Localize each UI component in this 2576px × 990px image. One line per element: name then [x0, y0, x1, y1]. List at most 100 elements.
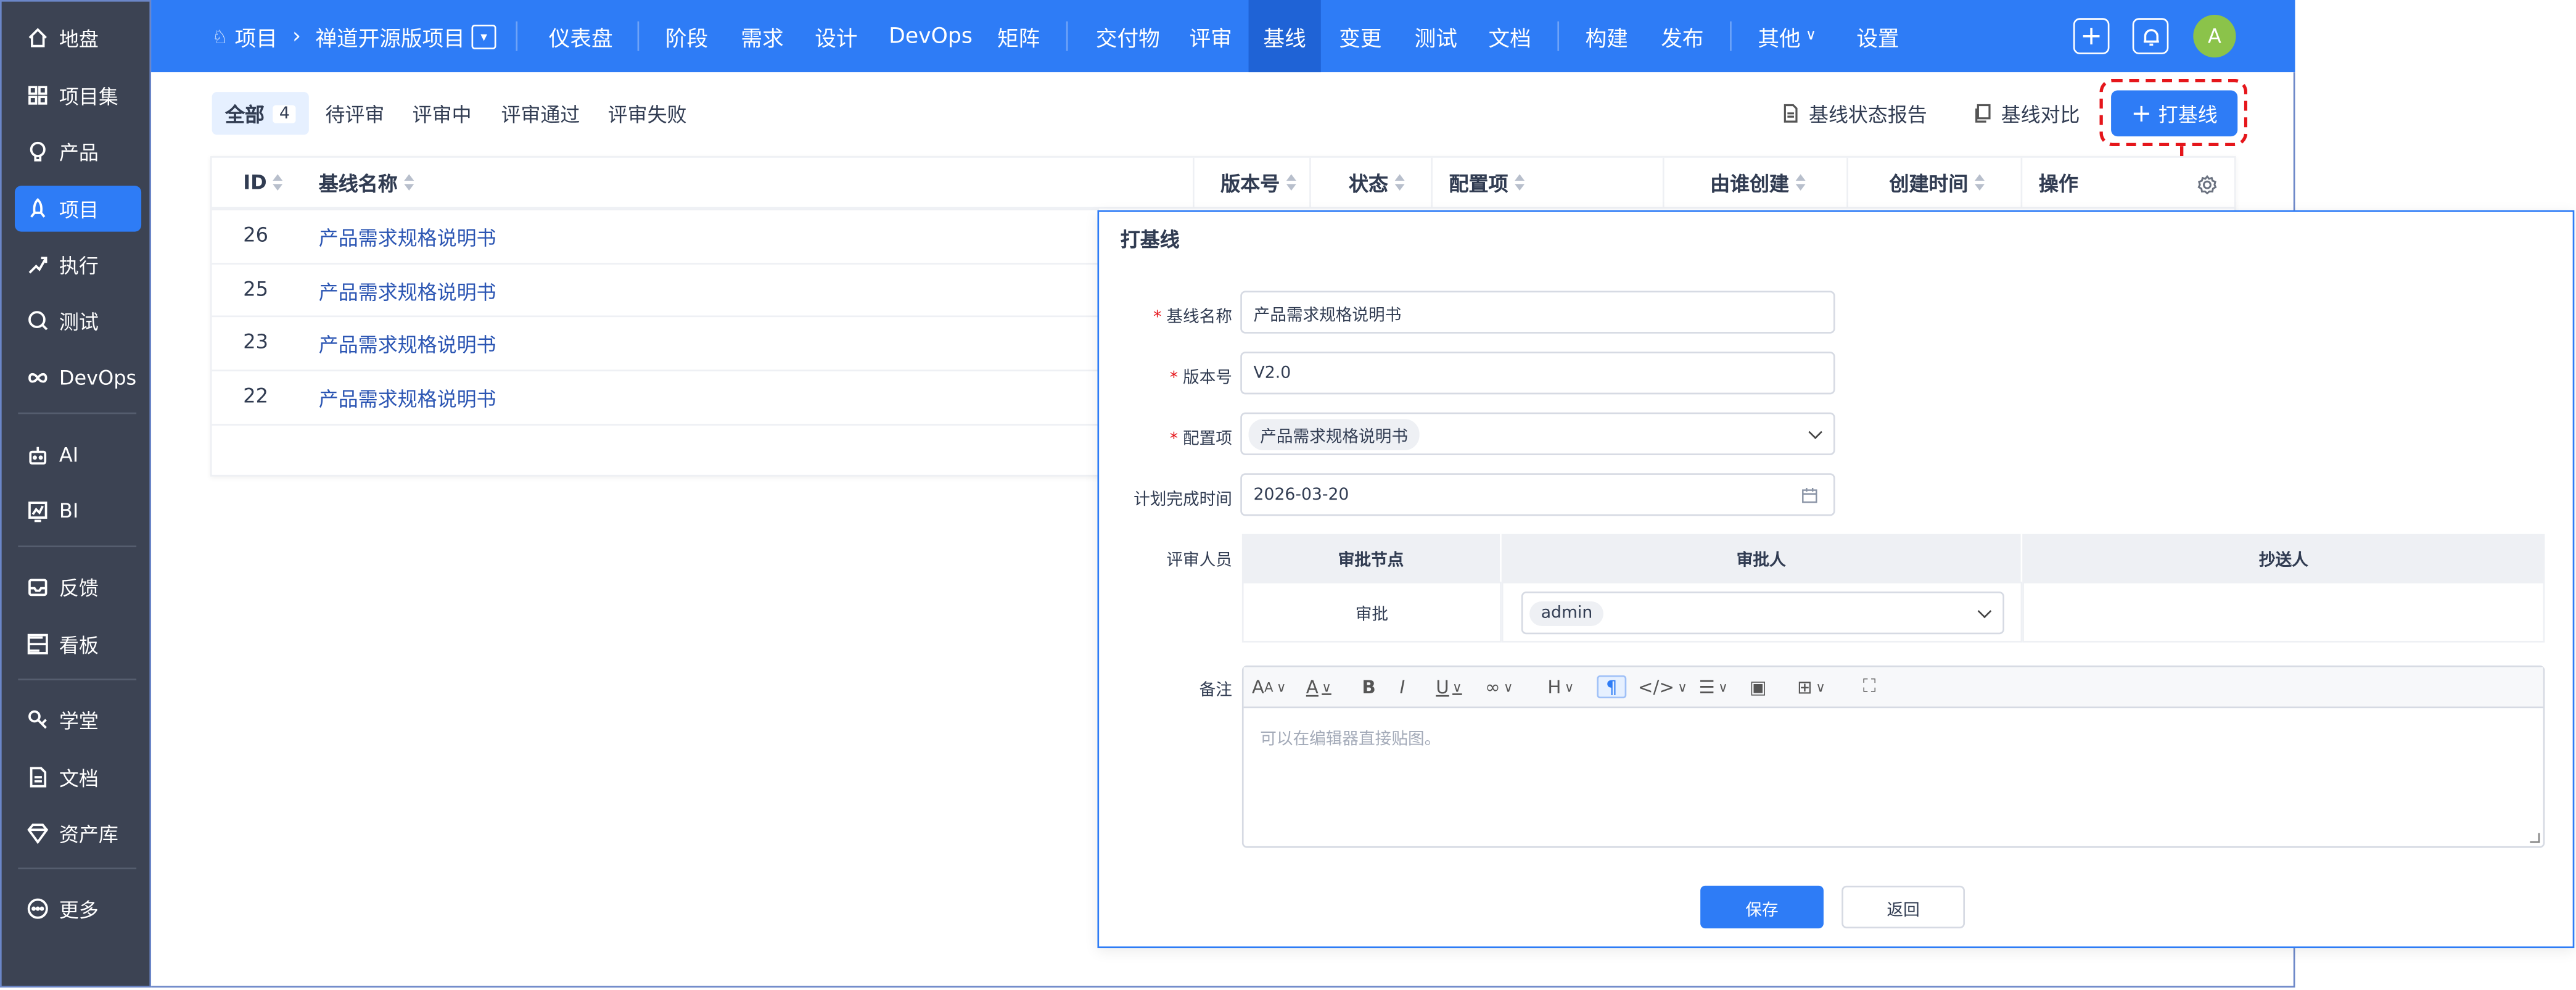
- tab-review-passed[interactable]: 评审通过: [501, 92, 580, 134]
- nav-story[interactable]: 需求: [741, 0, 783, 72]
- nav-deliverable[interactable]: 交付物: [1096, 0, 1160, 72]
- label-text: 版本号: [1183, 369, 1232, 388]
- image-icon[interactable]: ▣: [1750, 675, 1767, 698]
- nav-other[interactable]: 其他 ∨: [1758, 0, 1816, 72]
- tab-in-review[interactable]: 评审中: [413, 92, 472, 134]
- project-switcher[interactable]: 禅道开源版项目 ▾: [315, 0, 496, 72]
- approver-select[interactable]: admin: [1521, 592, 2004, 635]
- project-name: 禅道开源版项目: [315, 27, 465, 52]
- row-name-link[interactable]: 产品需求规格说明书: [319, 278, 496, 305]
- row-id: 25: [243, 278, 268, 301]
- row-name-link[interactable]: 产品需求规格说明书: [319, 223, 496, 251]
- column-header-creator[interactable]: 由谁创建: [1710, 158, 1807, 207]
- paragraph-icon[interactable]: ¶: [1597, 675, 1627, 699]
- table-row[interactable]: 23 产品需求规格说明书: [212, 315, 1100, 368]
- tab-all[interactable]: 全部 4: [212, 92, 310, 135]
- link-icon[interactable]: ∞ ∨: [1485, 675, 1513, 698]
- calendar-icon[interactable]: [1801, 487, 1819, 505]
- sidebar-item-school[interactable]: 学堂: [15, 696, 141, 743]
- column-header-status[interactable]: 状态: [1349, 158, 1406, 207]
- sidebar-item-assets[interactable]: 资产库: [15, 810, 141, 856]
- sidebar-item-ai[interactable]: AI: [15, 432, 141, 479]
- approver-tag[interactable]: admin: [1529, 600, 1604, 625]
- nav-matrix[interactable]: 矩阵: [997, 0, 1040, 72]
- gear-icon[interactable]: [2197, 171, 2218, 195]
- tab-review-failed[interactable]: 评审失败: [608, 92, 687, 134]
- table-row[interactable]: 26 产品需求规格说明书: [212, 208, 1100, 261]
- breadcrumb[interactable]: ♘ 项目: [212, 0, 278, 72]
- header-divider: [1662, 157, 1665, 207]
- sidebar-item-label: 反馈: [59, 575, 99, 599]
- sidebar-item-program[interactable]: 项目集: [15, 72, 141, 118]
- heading-icon[interactable]: H ∨: [1547, 675, 1574, 698]
- name-label: * 基线名称: [1101, 302, 1232, 327]
- date-value: 2026-03-20: [1253, 485, 1349, 504]
- nav-review[interactable]: 评审: [1190, 0, 1232, 72]
- resize-handle[interactable]: [2530, 833, 2540, 843]
- bell-icon: [2142, 28, 2158, 45]
- config-select[interactable]: 产品需求规格说明书: [1240, 412, 1835, 455]
- plan-date-input[interactable]: 2026-03-20: [1240, 473, 1835, 516]
- header-label: 配置项: [1449, 171, 1508, 195]
- tab-pending-review[interactable]: 待评审: [325, 92, 384, 134]
- baseline-report-button[interactable]: 基线状态报告: [1781, 92, 1927, 134]
- sidebar-item-execution[interactable]: 执行: [15, 242, 141, 288]
- avatar[interactable]: A: [2193, 14, 2236, 58]
- column-header-created-time[interactable]: 创建时间: [1889, 158, 1986, 207]
- sidebar-divider: [18, 679, 137, 680]
- nav-design[interactable]: 设计: [815, 0, 857, 72]
- nav-doc[interactable]: 文档: [1488, 0, 1531, 72]
- code-icon[interactable]: </> ∨: [1638, 675, 1687, 698]
- italic-icon[interactable]: I: [1400, 675, 1405, 698]
- approval-cc-cell[interactable]: [2022, 582, 2545, 643]
- table-icon[interactable]: ⊞ ∨: [1797, 675, 1825, 698]
- save-button[interactable]: 保存: [1700, 885, 1824, 929]
- back-button[interactable]: 返回: [1841, 885, 1965, 929]
- column-header-id[interactable]: ID: [243, 158, 285, 207]
- nav-devops[interactable]: DevOps: [889, 0, 973, 72]
- sidebar-item-dashboard[interactable]: 地盘: [15, 15, 141, 61]
- table-row[interactable]: 22 产品需求规格说明书: [212, 369, 1100, 422]
- bold-icon[interactable]: B: [1362, 675, 1375, 698]
- nav-settings[interactable]: 设置: [1856, 0, 1899, 72]
- sidebar-item-bi[interactable]: BI: [15, 488, 141, 534]
- notification-button[interactable]: [2132, 18, 2169, 54]
- table-row[interactable]: 25 产品需求规格说明书: [212, 263, 1100, 315]
- nav-stage[interactable]: 阶段: [665, 0, 708, 72]
- list-icon[interactable]: ☰ ∨: [1698, 675, 1727, 698]
- school-icon: [27, 708, 49, 731]
- sidebar-item-more[interactable]: 更多: [15, 886, 141, 932]
- font-color-icon[interactable]: A ∨: [1306, 675, 1331, 698]
- sidebar-item-feedback[interactable]: 反馈: [15, 564, 141, 610]
- baseline-name-input[interactable]: 产品需求规格说明书: [1240, 291, 1835, 334]
- nav-baseline[interactable]: 基线: [1248, 0, 1321, 73]
- column-header-config[interactable]: 配置项: [1449, 158, 1526, 207]
- column-header-name[interactable]: 基线名称: [319, 158, 416, 207]
- nav-divider: [1066, 21, 1068, 51]
- row-name-link[interactable]: 产品需求规格说明书: [319, 330, 496, 358]
- nav-build[interactable]: 构建: [1586, 0, 1628, 72]
- nav-change[interactable]: 变更: [1339, 0, 1381, 72]
- sidebar-item-test[interactable]: 测试: [15, 297, 141, 344]
- sidebar-item-project[interactable]: 项目: [14, 186, 142, 232]
- underline-icon[interactable]: U ∨: [1436, 675, 1462, 698]
- baseline-compare-button[interactable]: 基线对比: [1973, 92, 2080, 134]
- editor-placeholder[interactable]: 可以在编辑器直接贴图。: [1260, 725, 1441, 749]
- add-button[interactable]: +: [2073, 18, 2110, 54]
- row-name-link[interactable]: 产品需求规格说明书: [319, 384, 496, 412]
- sort-icon: [1515, 174, 1526, 191]
- column-header-version[interactable]: 版本号: [1220, 158, 1298, 207]
- rocket-icon: ♘: [212, 25, 228, 47]
- config-tag[interactable]: 产品需求规格说明书: [1248, 418, 1420, 450]
- fullscreen-icon[interactable]: ⛶: [1863, 675, 1876, 698]
- sidebar-item-doc[interactable]: 文档: [15, 754, 141, 801]
- version-input[interactable]: V2.0: [1240, 352, 1835, 395]
- sidebar-item-kanban[interactable]: 看板: [15, 621, 141, 667]
- nav-release[interactable]: 发布: [1661, 0, 1703, 72]
- sort-icon: [273, 174, 285, 191]
- nav-dashboard[interactable]: 仪表盘: [549, 0, 613, 72]
- nav-test[interactable]: 测试: [1415, 0, 1457, 72]
- sidebar-item-devops[interactable]: DevOps: [15, 355, 141, 401]
- font-size-icon[interactable]: A A ∨: [1252, 675, 1286, 698]
- sidebar-item-product[interactable]: 产品: [15, 128, 141, 175]
